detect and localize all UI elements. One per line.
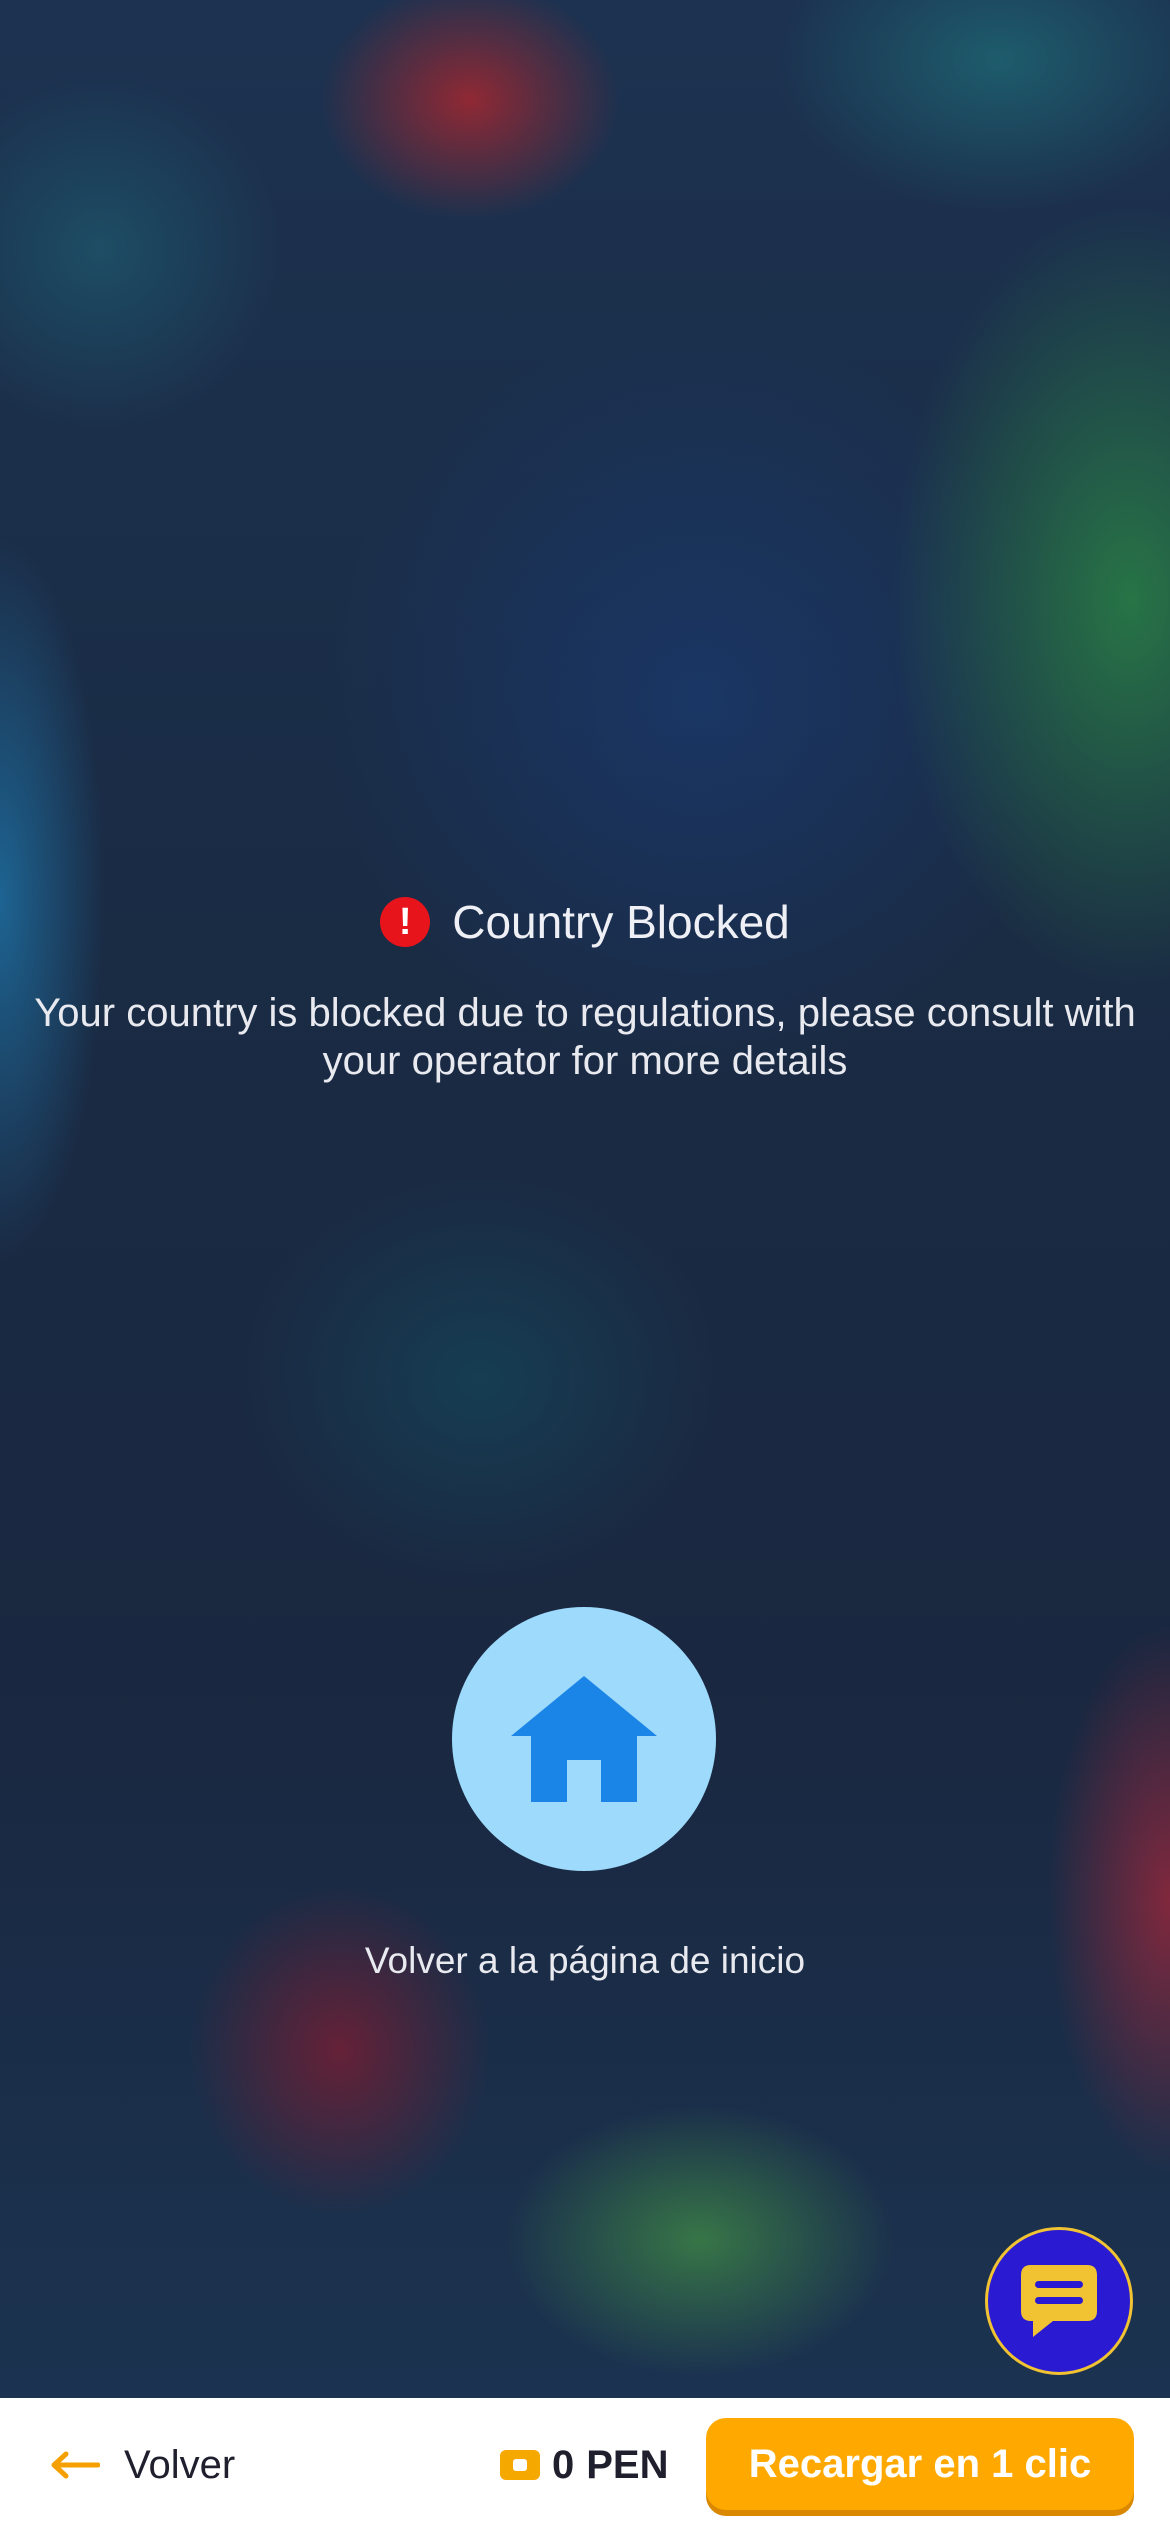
balance-currency: PEN — [586, 2442, 669, 2487]
notice-title: Country Blocked — [452, 896, 790, 948]
wallet-icon — [500, 2450, 540, 2480]
back-label: Volver — [124, 2442, 236, 2487]
arrow-left-icon — [51, 2451, 100, 2479]
home-icon — [511, 1676, 657, 1802]
screen: ! Country Blocked Your country is blocke… — [0, 0, 1170, 2532]
alert-circle-icon: ! — [380, 897, 431, 947]
balance-amount: 0 — [552, 2442, 575, 2487]
country-blocked-notice: ! Country Blocked Your country is blocke… — [0, 895, 1170, 1085]
notice-message: Your country is blocked due to regulatio… — [34, 991, 1136, 1083]
back-button[interactable]: Volver — [50, 2398, 235, 2532]
blurred-casino-chips-background — [0, 0, 1170, 2398]
recharge-button[interactable]: Recargar en 1 clic — [706, 2418, 1134, 2510]
notice-title-row: ! Country Blocked — [380, 895, 790, 949]
bottom-bar: Volver 0 PEN Recargar en 1 clic — [0, 2398, 1170, 2532]
chat-bubble-icon — [1021, 2265, 1097, 2337]
chat-button[interactable] — [985, 2227, 1133, 2375]
home-label[interactable]: Volver a la página de inicio — [0, 1940, 1170, 1982]
home-button[interactable] — [452, 1607, 716, 1871]
balance-display: 0 PEN — [500, 2398, 669, 2532]
